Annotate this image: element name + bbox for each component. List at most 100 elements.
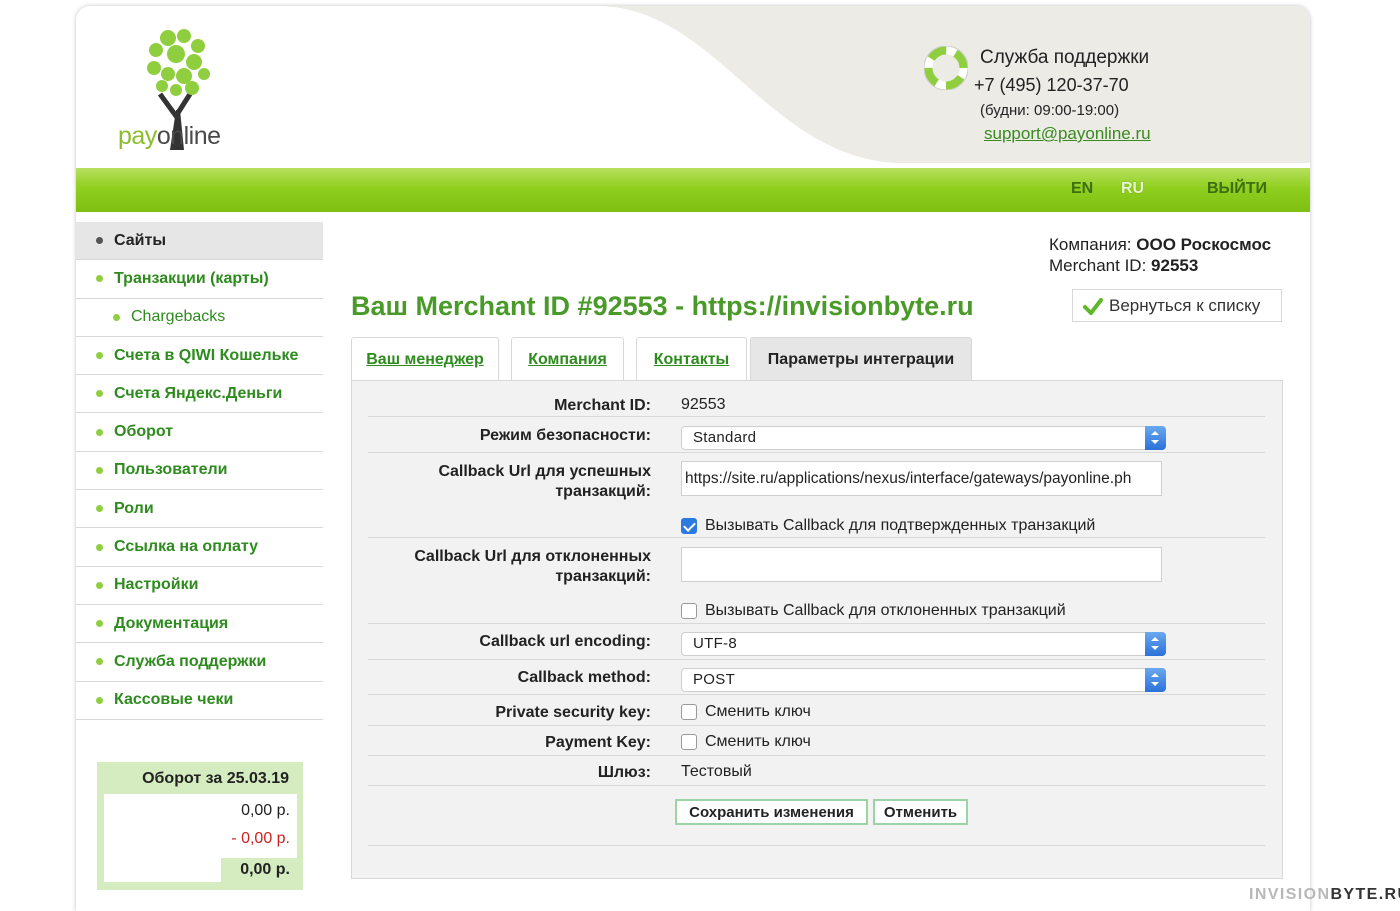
- save-button[interactable]: Сохранить изменения: [675, 799, 868, 825]
- callback-success-label: Callback Url для успешных транзакций:: [369, 462, 651, 502]
- lang-ru-link[interactable]: RU: [1121, 180, 1144, 198]
- row-divider: [368, 725, 1265, 726]
- turnover-income: 0,00 р.: [241, 802, 290, 819]
- sidebar-item-users[interactable]: Пользователи: [76, 452, 323, 491]
- turnover-total: 0,00 р.: [221, 858, 297, 882]
- select-arrows-icon: [1145, 632, 1166, 656]
- bullet-icon: [96, 505, 103, 513]
- bullet-icon: [96, 466, 103, 474]
- callback-fail-label-line2: транзакций:: [555, 568, 651, 585]
- sidebar-item-chargebacks[interactable]: Chargebacks: [76, 299, 323, 337]
- method-select[interactable]: POST: [681, 668, 1166, 692]
- callback-success-url-input[interactable]: https://site.ru/applications/nexus/inter…: [681, 461, 1162, 496]
- tab-manager[interactable]: Ваш менеджер: [351, 337, 499, 381]
- sidebar-item-label: Роли: [114, 499, 154, 517]
- bullet-icon: [96, 390, 103, 398]
- checkbox-icon[interactable]: [681, 603, 697, 619]
- support-title: Служба поддержки: [980, 47, 1150, 68]
- payment-key-checkbox-label: Сменить ключ: [705, 733, 811, 750]
- turnover-box: 0,00 р. - 0,00 р. 0,00 р.: [104, 794, 297, 882]
- bullet-icon: [96, 581, 103, 589]
- sidebar-item-label: Счета в QIWI Кошельке: [114, 346, 299, 364]
- row-divider: [368, 416, 1265, 417]
- page-container: payonline Служба поддержки +7 (495) 120-…: [76, 6, 1310, 911]
- row-divider: [368, 623, 1265, 624]
- sidebar-item-qiwi[interactable]: Счета в QIWI Кошельке: [76, 337, 323, 376]
- row-divider: [368, 452, 1265, 453]
- sidebar-item-label: Настройки: [114, 576, 199, 594]
- callback-fail-label-line1: Callback Url для отклоненных: [414, 548, 651, 565]
- support-email-link[interactable]: support@payonline.ru: [984, 124, 1151, 144]
- method-value: POST: [693, 671, 736, 688]
- callback-success-checkbox-label: Вызывать Callback для подтвержденных тра…: [705, 517, 1096, 534]
- private-key-label: Private security key:: [495, 704, 651, 721]
- callback-success-toggle[interactable]: Вызывать Callback для подтвержденных тра…: [681, 517, 1095, 535]
- sidebar-item-label: Пользователи: [114, 461, 228, 479]
- bullet-icon: [96, 658, 103, 666]
- row-divider: [368, 537, 1265, 538]
- sidebar-item-payment-link[interactable]: Ссылка на оплату: [76, 528, 323, 567]
- lang-en-link[interactable]: EN: [1071, 180, 1093, 198]
- sidebar-item-roles[interactable]: Роли: [76, 490, 323, 529]
- sidebar-item-support[interactable]: Служба поддержки: [76, 643, 323, 682]
- sidebar-item-documentation[interactable]: Документация: [76, 605, 323, 644]
- sidebar-item-label: Chargebacks: [131, 308, 226, 326]
- tab-integration-params[interactable]: Параметры интеграции: [750, 337, 972, 381]
- company-info: Компания: ООО Роскосмос Merchant ID: 925…: [1049, 234, 1271, 276]
- sidebar-item-label: Оборот: [114, 423, 174, 441]
- bullet-icon: [96, 428, 103, 436]
- sidebar-item-turnover[interactable]: Оборот: [76, 413, 323, 452]
- sidebar-item-yandex[interactable]: Счета Яндекс.Деньги: [76, 375, 323, 414]
- sidebar-item-label: Служба поддержки: [114, 652, 267, 670]
- integration-form: Merchant ID: 92553 Режим безопасности: S…: [351, 380, 1283, 879]
- method-label: Callback method:: [517, 669, 651, 686]
- turnover-title: Оборот за 25.03.19: [142, 770, 289, 787]
- row-divider: [368, 659, 1265, 660]
- company-label: Компания:: [1049, 235, 1132, 254]
- encoding-label: Callback url encoding:: [479, 633, 651, 650]
- support-hours: (будни: 09:00-19:00): [980, 102, 1120, 119]
- sidebar-item-settings[interactable]: Настройки: [76, 567, 323, 605]
- watermark-part2: BYTE.RU: [1330, 886, 1400, 903]
- sidebar-item-label: Ссылка на оплату: [114, 538, 259, 556]
- merchant-id-field-value: 92553: [681, 396, 726, 413]
- callback-success-label-line2: транзакций:: [555, 483, 651, 500]
- tab-contacts[interactable]: Контакты: [636, 337, 747, 381]
- sidebar-item-label: Сайты: [114, 231, 166, 249]
- sidebar-item-receipts[interactable]: Кассовые чеки: [76, 682, 323, 720]
- page-title: Ваш Merchant ID #92553 - https://invisio…: [351, 291, 974, 321]
- callback-success-label-line1: Callback Url для успешных: [438, 463, 651, 480]
- merchant-id-field-label: Merchant ID:: [554, 397, 651, 414]
- logout-link[interactable]: ВЫЙТИ: [1207, 180, 1267, 198]
- tab-company[interactable]: Компания: [511, 337, 624, 381]
- bullet-icon: [113, 313, 120, 321]
- row-divider: [368, 785, 1265, 786]
- select-arrows-icon: [1145, 426, 1166, 450]
- top-nav-bar: EN RU ВЫЙТИ: [76, 168, 1310, 212]
- bullet-icon: [96, 543, 103, 551]
- security-mode-value: Standard: [693, 429, 757, 446]
- turnover-widget: Оборот за 25.03.19 0,00 р. - 0,00 р. 0,0…: [97, 762, 303, 890]
- sidebar-item-sites[interactable]: Сайты: [76, 222, 323, 261]
- payment-key-toggle[interactable]: Сменить ключ: [681, 733, 811, 751]
- callback-fail-url-input[interactable]: [681, 547, 1162, 582]
- checkbox-icon[interactable]: [681, 704, 697, 720]
- turnover-refunds: - 0,00 р.: [231, 830, 290, 847]
- checkbox-icon[interactable]: [681, 734, 697, 750]
- bullet-icon: [96, 237, 103, 245]
- back-to-list-button[interactable]: Вернуться к списку: [1072, 289, 1282, 322]
- callback-fail-toggle[interactable]: Вызывать Callback для отклоненных транза…: [681, 602, 1066, 620]
- encoding-select[interactable]: UTF-8: [681, 632, 1166, 656]
- header: payonline Служба поддержки +7 (495) 120-…: [76, 6, 1310, 168]
- checkbox-checked-icon[interactable]: [681, 518, 697, 534]
- merchant-id-value: 92553: [1151, 256, 1199, 275]
- lifebuoy-icon: [924, 46, 968, 90]
- private-key-toggle[interactable]: Сменить ключ: [681, 703, 811, 721]
- callback-fail-label: Callback Url для отклоненных транзакций:: [369, 547, 651, 587]
- row-divider: [368, 694, 1265, 695]
- bullet-icon: [96, 275, 103, 283]
- sidebar-item-transactions[interactable]: Транзакции (карты): [76, 260, 323, 299]
- security-mode-select[interactable]: Standard: [681, 426, 1166, 450]
- cancel-button[interactable]: Отменить: [873, 799, 968, 825]
- private-key-checkbox-label: Сменить ключ: [705, 703, 811, 720]
